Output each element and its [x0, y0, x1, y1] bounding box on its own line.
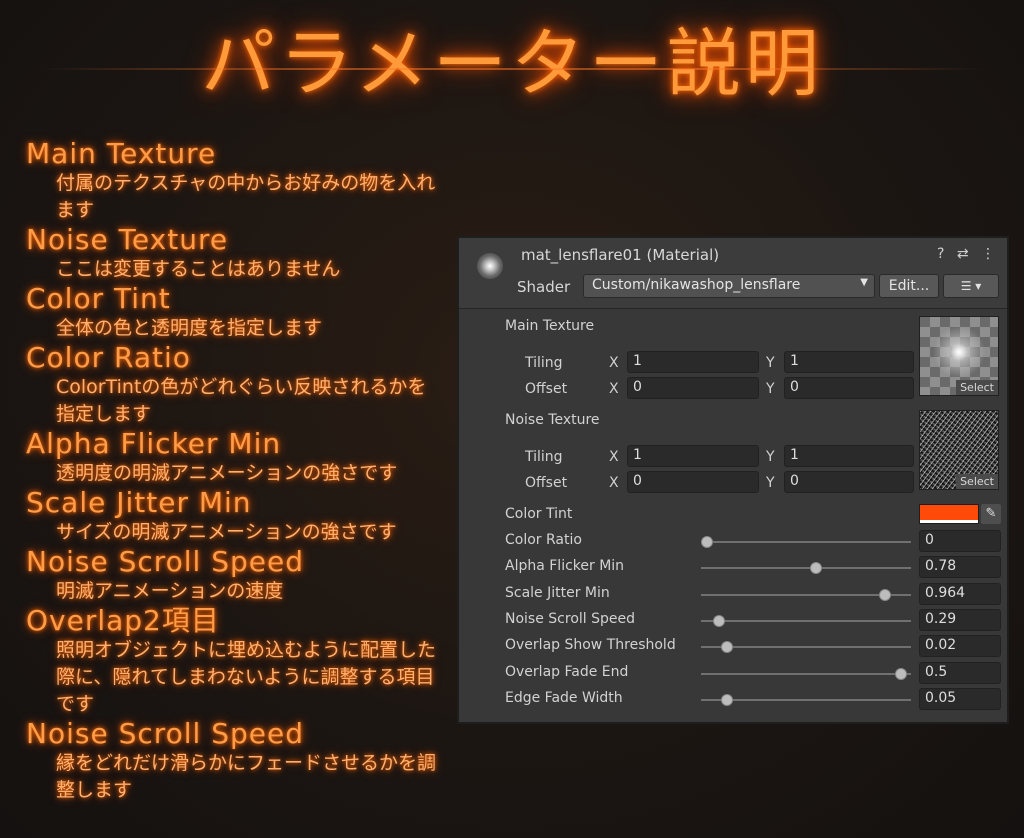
main-texture-thumbnail[interactable]: Select [919, 316, 999, 396]
slider-handle[interactable] [712, 615, 725, 627]
inspector-header: mat_lensflare01 (Material) ? ⇄ ⋮ Shader … [459, 238, 1007, 309]
shader-label: Shader [517, 278, 571, 296]
noise-tiling-label: Tiling [525, 449, 563, 465]
param-description: サイズの明滅アニメーションの強さです [56, 521, 397, 543]
main-offset-y-field[interactable]: 0 [784, 377, 914, 399]
slider-handle[interactable] [720, 694, 733, 706]
noise-texture-select-button[interactable]: Select [956, 474, 998, 489]
noise-offset-y-label[interactable]: Y [766, 475, 775, 491]
param-description: ColorTintの色がどれぐらい反映されるかを指定します [56, 376, 427, 425]
parameter-list: Main Texture 付属のテクスチャの中からお好みの物を入れます Nois… [26, 138, 446, 804]
slider-label: Overlap Fade End [505, 664, 629, 680]
param-description: 縁をどれだけ滑らかにフェードさせるかを調整します [56, 752, 437, 801]
slider-handle[interactable] [809, 562, 822, 574]
param-overlap: Overlap2項目 照明オブジェクトに埋め込むように配置した際に、隠れてしまわ… [26, 605, 446, 718]
noise-texture-thumbnail[interactable]: Select [919, 410, 999, 490]
param-description: 照明オブジェクトに埋め込むように配置した際に、隠れてしまわないように調整する項目… [56, 639, 437, 715]
noise-tiling-y-field[interactable]: 1 [784, 445, 914, 467]
noise-offset-label: Offset [525, 475, 568, 491]
slider-label: Scale Jitter Min [505, 585, 610, 601]
noise-tiling-y-label[interactable]: Y [766, 449, 775, 465]
shader-dropdown[interactable]: Custom/nikawashop_lensflare ▼ [583, 274, 875, 298]
param-edge-fade: Noise Scroll Speed 縁をどれだけ滑らかにフェードさせるかを調整… [26, 718, 446, 804]
material-sphere-icon [477, 253, 503, 279]
noise-offset-x-label[interactable]: X [609, 475, 619, 491]
param-noise-texture: Noise Texture ここは変更することはありません [26, 224, 446, 283]
param-description: 明滅アニメーションの速度 [56, 580, 284, 602]
slider-handle[interactable] [701, 536, 713, 548]
param-main-texture: Main Texture 付属のテクスチャの中からお好みの物を入れます [26, 138, 446, 224]
param-name: Color Tint [26, 282, 171, 315]
title-divider [40, 68, 984, 70]
noise-tiling-x-field[interactable]: 1 [627, 445, 759, 467]
header-icons[interactable]: ? ⇄ ⋮ [937, 246, 999, 262]
param-noise-scroll-speed: Noise Scroll Speed 明滅アニメーションの速度 [26, 546, 446, 605]
param-scale-jitter-min: Scale Jitter Min サイズの明滅アニメーションの強さです [26, 487, 446, 546]
slider-value-field[interactable]: 0 [919, 530, 1001, 552]
main-tiling-x-field[interactable]: 1 [627, 351, 759, 373]
main-tiling-label: Tiling [525, 355, 563, 371]
main-tiling-x-label[interactable]: X [609, 355, 619, 371]
main-offset-y-label[interactable]: Y [766, 381, 775, 397]
param-description: 全体の色と透明度を指定します [56, 317, 323, 339]
slider-label: Color Ratio [505, 532, 582, 548]
slider-label: Noise Scroll Speed [505, 611, 635, 627]
param-color-tint: Color Tint 全体の色と透明度を指定します [26, 283, 446, 342]
slider-handle[interactable] [879, 589, 892, 601]
param-name: Color Ratio [26, 341, 191, 374]
param-description: 透明度の明滅アニメーションの強さです [56, 462, 398, 484]
noise-tiling-x-label[interactable]: X [609, 449, 619, 465]
param-name: Overlap2項目 [26, 604, 220, 637]
material-name: mat_lensflare01 (Material) [521, 246, 720, 264]
noise-offset-x-field[interactable]: 0 [627, 471, 759, 493]
param-alpha-flicker-min: Alpha Flicker Min 透明度の明滅アニメーションの強さです [26, 428, 446, 487]
slider-value-field[interactable]: 0.02 [919, 635, 1001, 657]
slider-track[interactable] [701, 620, 911, 622]
slider-value-field[interactable]: 0.964 [919, 583, 1001, 605]
param-name: Scale Jitter Min [26, 486, 252, 519]
slider-value-field[interactable]: 0.29 [919, 609, 1001, 631]
page-title: パラメーター説明 [201, 21, 823, 107]
material-inspector: mat_lensflare01 (Material) ? ⇄ ⋮ Shader … [457, 236, 1009, 724]
slider-track[interactable] [701, 673, 911, 675]
slider-track[interactable] [701, 541, 911, 543]
edit-shader-button[interactable]: Edit... [879, 274, 939, 298]
slider-handle[interactable] [895, 668, 908, 680]
slider-value-field[interactable]: 0.5 [919, 662, 1001, 684]
slider-handle[interactable] [720, 641, 733, 653]
shader-options-button[interactable]: ☰ ▾ [943, 274, 999, 298]
slider-label: Overlap Show Threshold [505, 637, 676, 653]
param-description: 付属のテクスチャの中からお好みの物を入れます [56, 172, 436, 221]
param-name: Noise Texture [26, 223, 229, 256]
slider-value-field[interactable]: 0.05 [919, 688, 1001, 710]
color-tint-label: Color Tint [505, 506, 573, 522]
slider-label: Edge Fade Width [505, 690, 623, 706]
param-description: ここは変更することはありません [56, 258, 341, 280]
param-name: Main Texture [26, 137, 217, 170]
slider-label: Alpha Flicker Min [505, 558, 625, 574]
main-tiling-y-field[interactable]: 1 [784, 351, 914, 373]
noise-offset-y-field[interactable]: 0 [784, 471, 914, 493]
shader-value: Custom/nikawashop_lensflare [592, 277, 801, 293]
param-name: Noise Scroll Speed [26, 717, 304, 750]
main-offset-x-label[interactable]: X [609, 381, 619, 397]
param-color-ratio: Color Ratio ColorTintの色がどれぐらい反映されるかを指定しま… [26, 342, 446, 428]
main-texture-select-button[interactable]: Select [956, 380, 998, 395]
main-texture-label: Main Texture [505, 318, 595, 334]
param-name: Alpha Flicker Min [26, 427, 282, 460]
color-tint-swatch[interactable] [919, 504, 979, 524]
slider-track[interactable] [701, 567, 911, 569]
param-name: Noise Scroll Speed [26, 545, 304, 578]
noise-texture-label: Noise Texture [505, 412, 600, 428]
main-tiling-y-label[interactable]: Y [766, 355, 775, 371]
dropdown-arrow-icon: ▼ [860, 277, 868, 288]
main-offset-label: Offset [525, 381, 568, 397]
eyedropper-icon[interactable]: ✎ [981, 504, 1001, 524]
alpha-bar [920, 520, 978, 523]
main-offset-x-field[interactable]: 0 [627, 377, 759, 399]
slider-value-field[interactable]: 0.78 [919, 556, 1001, 578]
